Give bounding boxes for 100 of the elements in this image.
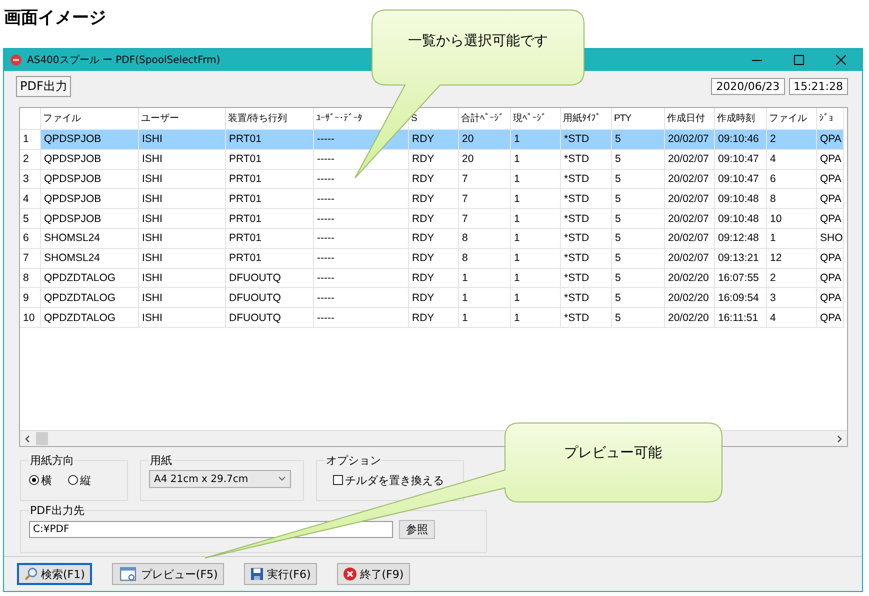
table-cell[interactable]: 20/02/07 <box>665 228 715 249</box>
table-cell[interactable]: 16:09:54 <box>715 288 767 308</box>
close-icon[interactable] <box>836 55 846 65</box>
table-cell[interactable]: QPDSPJOB <box>41 189 139 210</box>
table-cell[interactable]: QPDZDTALOG <box>41 288 139 308</box>
table-cell[interactable]: 7 <box>459 170 511 190</box>
table-cell[interactable]: 09:13:21 <box>715 248 767 269</box>
table-cell[interactable]: PRT01 <box>226 150 314 170</box>
table-cell[interactable]: *STD <box>561 248 612 269</box>
table-cell[interactable]: 16:07:55 <box>715 268 767 288</box>
table-cell[interactable]: ISHI <box>139 170 226 190</box>
table-cell[interactable]: 5 <box>612 288 665 308</box>
table-cell[interactable]: 8 <box>459 228 511 249</box>
checkbox[interactable] <box>333 475 343 485</box>
table-cell[interactable]: DFUOUTQ <box>226 268 314 288</box>
table-cell[interactable]: 1 <box>511 189 561 210</box>
table-cell[interactable]: ISHI <box>139 189 226 210</box>
scroll-thumb[interactable] <box>36 432 48 445</box>
table-cell[interactable]: SHOMSL24 <box>41 228 139 249</box>
table-cell[interactable]: ISHI <box>139 150 226 170</box>
table-cell[interactable]: 20 <box>459 130 511 150</box>
table-cell[interactable]: QPDSPJOB <box>41 209 139 229</box>
table-cell[interactable]: ISHI <box>139 268 226 288</box>
paper-dropdown[interactable]: A4 21cm x 29.7cm <box>149 470 291 488</box>
table-cell[interactable]: 20/02/07 <box>665 150 715 170</box>
table-cell[interactable]: 8 <box>459 248 511 269</box>
table-cell[interactable]: 7 <box>459 189 511 210</box>
table-cell[interactable]: 4 <box>767 308 817 328</box>
action-button[interactable]: 検索(F1) <box>17 563 92 585</box>
table-cell[interactable]: QPA <box>817 308 844 328</box>
table-cell[interactable]: QPA <box>817 189 844 210</box>
table-cell[interactable]: QPDZDTALOG <box>41 308 139 328</box>
table-cell[interactable]: ----- <box>314 248 409 269</box>
table-cell[interactable]: 16:11:51 <box>715 308 767 328</box>
table-cell[interactable]: RDY <box>409 150 459 170</box>
table-cell[interactable]: PRT01 <box>226 130 314 150</box>
table-cell[interactable]: 12 <box>767 248 817 269</box>
table-cell[interactable]: PRT01 <box>226 209 314 229</box>
table-cell[interactable]: 1 <box>511 288 561 308</box>
table-cell[interactable]: 5 <box>612 150 665 170</box>
radio-button[interactable] <box>68 475 78 485</box>
table-cell[interactable]: QPA <box>817 248 844 269</box>
table-cell[interactable]: 7 <box>459 209 511 229</box>
table-cell[interactable]: 2 <box>767 268 817 288</box>
table-cell[interactable]: 8 <box>767 189 817 210</box>
table-cell[interactable]: 20 <box>459 150 511 170</box>
table-cell[interactable]: ISHI <box>139 209 226 229</box>
table-cell[interactable]: 20/02/07 <box>665 248 715 269</box>
table-cell[interactable]: 1 <box>511 228 561 249</box>
table-cell[interactable]: 5 <box>612 130 665 150</box>
table-cell[interactable]: 5 <box>612 308 665 328</box>
table-cell[interactable]: 09:10:48 <box>715 189 767 210</box>
table-cell[interactable]: ----- <box>314 308 409 328</box>
table-cell[interactable]: 20/02/07 <box>665 209 715 229</box>
table-cell[interactable]: 1 <box>459 268 511 288</box>
table-cell[interactable]: 5 <box>612 209 665 229</box>
table-cell[interactable]: *STD <box>561 130 612 150</box>
table-cell[interactable]: ----- <box>314 209 409 229</box>
table-cell[interactable]: DFUOUTQ <box>226 288 314 308</box>
table-cell[interactable]: ISHI <box>139 130 226 150</box>
table-cell[interactable]: PRT01 <box>226 248 314 269</box>
table-cell[interactable]: 20/02/07 <box>665 170 715 190</box>
table-cell[interactable]: ISHI <box>139 248 226 269</box>
table-cell[interactable]: 09:10:47 <box>715 150 767 170</box>
browse-button[interactable]: 参照 <box>399 520 435 539</box>
radio-option[interactable]: 縦 <box>68 472 91 488</box>
maximize-icon[interactable] <box>794 55 804 65</box>
table-cell[interactable]: ISHI <box>139 288 226 308</box>
table-cell[interactable]: 09:10:46 <box>715 130 767 150</box>
table-cell[interactable]: RDY <box>409 209 459 229</box>
table-cell[interactable]: SHO <box>817 228 844 249</box>
table-cell[interactable]: QPDZDTALOG <box>41 268 139 288</box>
table-cell[interactable]: 1 <box>459 288 511 308</box>
table-cell[interactable]: *STD <box>561 189 612 210</box>
table-cell[interactable]: QPA <box>817 209 844 229</box>
table-cell[interactable]: 2 <box>767 130 817 150</box>
table-cell[interactable]: QPA <box>817 288 844 308</box>
table-cell[interactable]: 20/02/07 <box>665 130 715 150</box>
table-cell[interactable]: QPDSPJOB <box>41 170 139 190</box>
table-cell[interactable]: 20/02/20 <box>665 308 715 328</box>
table-cell[interactable]: 09:10:48 <box>715 209 767 229</box>
scroll-right-icon[interactable] <box>835 434 843 442</box>
table-cell[interactable]: PRT01 <box>226 170 314 190</box>
output-path-field[interactable]: C:¥PDF <box>29 521 393 538</box>
table-cell[interactable]: 1 <box>511 130 561 150</box>
table-cell[interactable]: QPA <box>817 130 844 150</box>
table-cell[interactable]: RDY <box>409 268 459 288</box>
radio-option[interactable]: 横 <box>29 472 52 488</box>
action-button[interactable]: 実行(F6) <box>244 563 317 585</box>
table-cell[interactable]: RDY <box>409 228 459 249</box>
table-cell[interactable]: ----- <box>314 268 409 288</box>
table-cell[interactable]: *STD <box>561 150 612 170</box>
table-cell[interactable]: RDY <box>409 189 459 210</box>
table-cell[interactable]: ----- <box>314 228 409 249</box>
table-cell[interactable]: 6 <box>767 170 817 190</box>
table-cell[interactable]: 5 <box>612 189 665 210</box>
table-cell[interactable]: ISHI <box>139 228 226 249</box>
table-cell[interactable]: 5 <box>612 170 665 190</box>
table-cell[interactable]: 1 <box>511 248 561 269</box>
table-cell[interactable]: 1 <box>511 170 561 190</box>
